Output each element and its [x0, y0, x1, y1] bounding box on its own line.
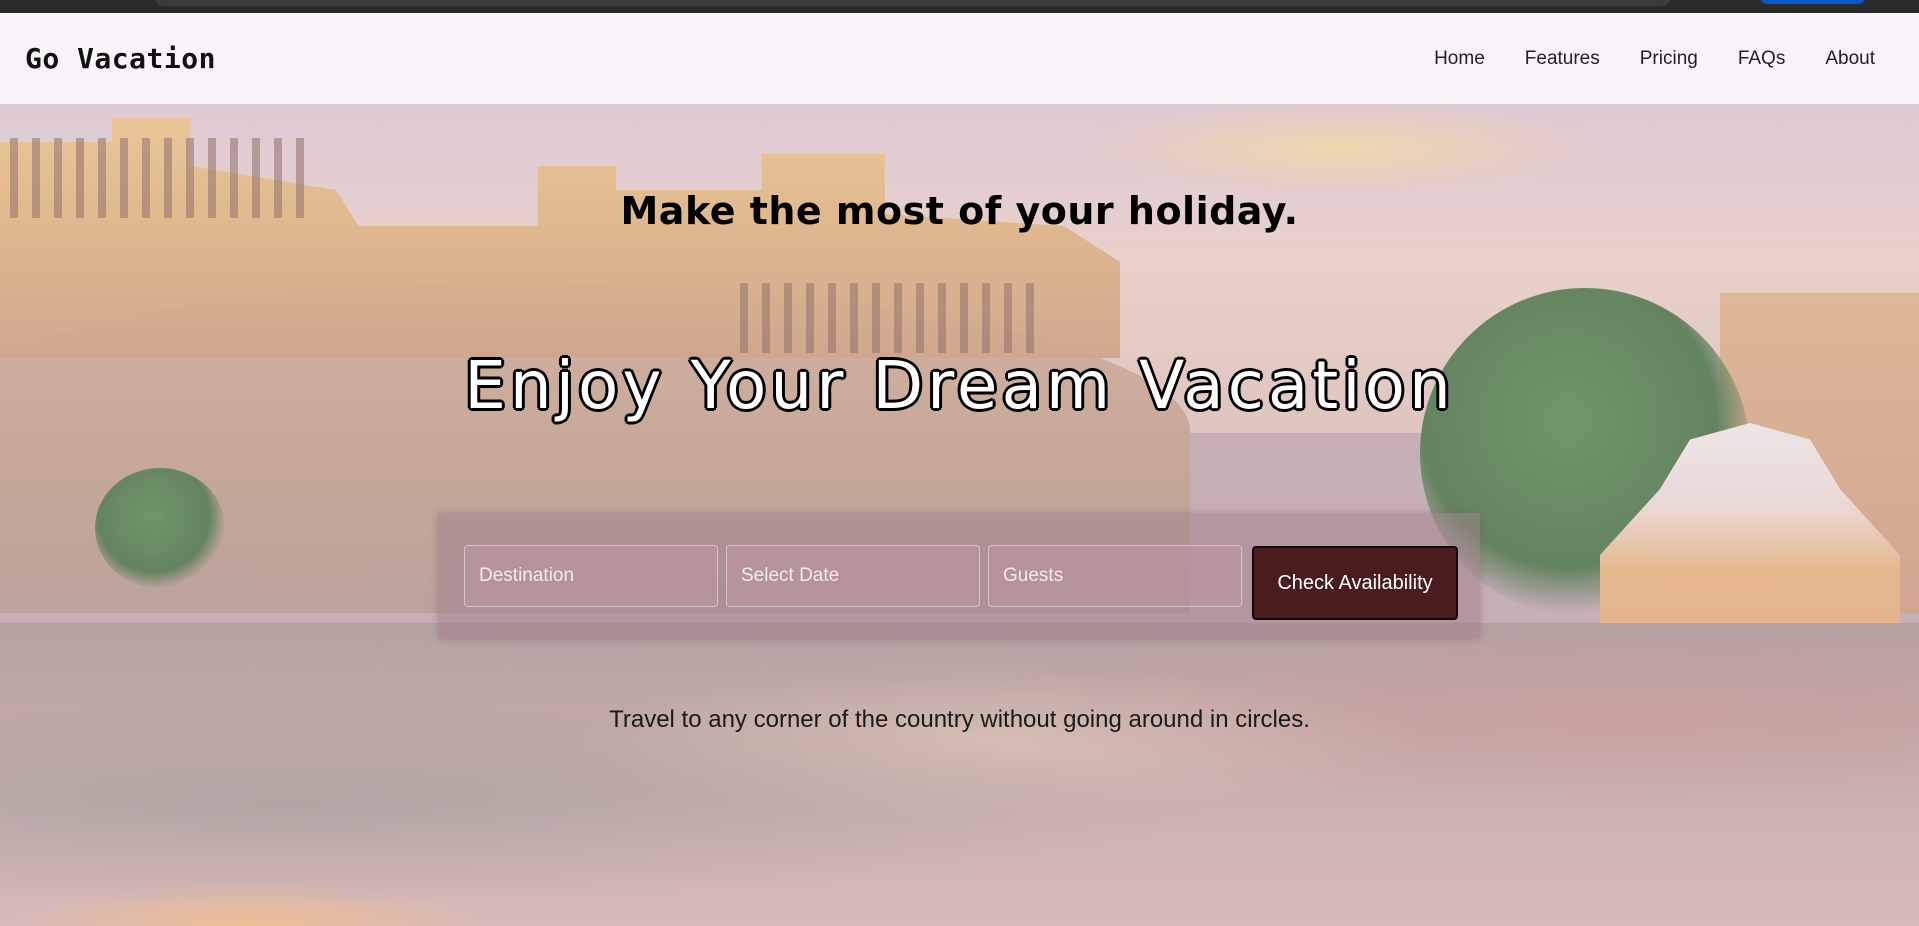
nav-link-home[interactable]: Home	[1434, 48, 1485, 70]
destination-input[interactable]	[464, 545, 718, 607]
browser-action-button[interactable]	[1760, 0, 1865, 4]
brand-logo[interactable]: Go Vacation	[25, 42, 216, 75]
nav-link-features[interactable]: Features	[1525, 48, 1600, 70]
hero-tagline: Make the most of your holiday.	[620, 189, 1299, 233]
nav-link-faqs[interactable]: FAQs	[1738, 48, 1786, 70]
check-availability-button[interactable]: Check Availability	[1252, 546, 1458, 620]
nav-links: Home Features Pricing FAQs About	[1434, 48, 1875, 70]
hero-background-image	[0, 13, 1919, 926]
browser-chrome-strip	[0, 0, 1919, 13]
date-input[interactable]	[726, 545, 980, 607]
navbar: Go Vacation Home Features Pricing FAQs A…	[0, 13, 1919, 104]
hero-title: Enjoy Your Dream Vacation	[464, 347, 1455, 424]
hero-subtext: Travel to any corner of the country with…	[609, 706, 1310, 733]
availability-search-form: Check Availability	[438, 513, 1480, 639]
page: Go Vacation Home Features Pricing FAQs A…	[0, 13, 1919, 926]
guests-input[interactable]	[988, 545, 1242, 607]
nav-link-pricing[interactable]: Pricing	[1640, 48, 1698, 70]
address-bar[interactable]	[155, 0, 1670, 6]
nav-link-about[interactable]: About	[1825, 48, 1875, 70]
